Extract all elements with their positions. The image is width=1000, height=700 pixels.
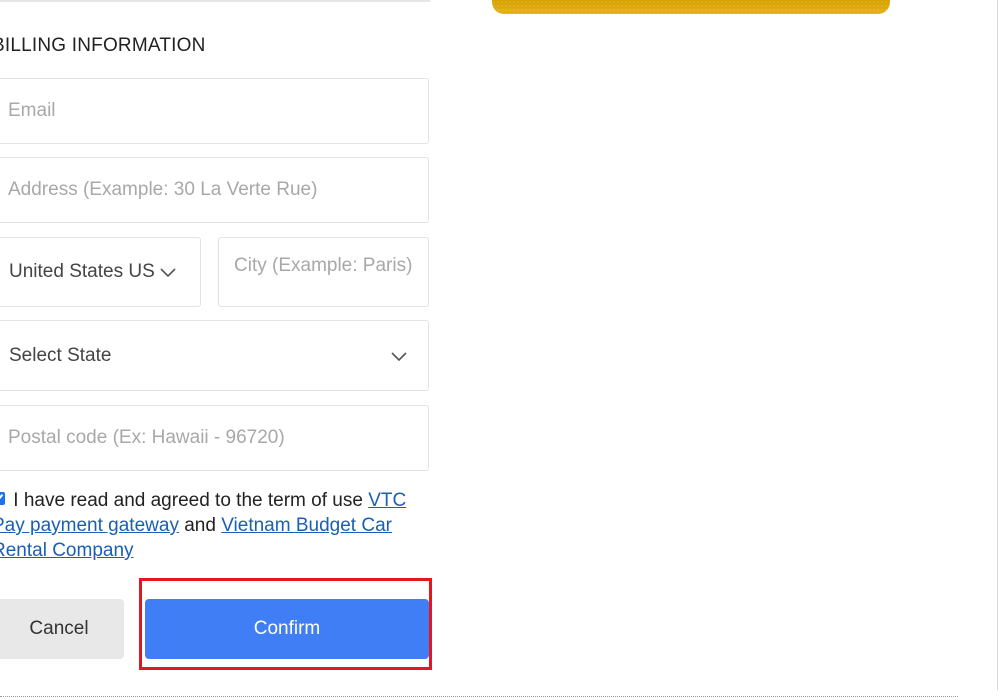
state-select[interactable]: Select State xyxy=(0,320,429,391)
chevron-down-icon xyxy=(391,351,407,361)
payment-card-image xyxy=(492,0,890,14)
top-divider xyxy=(0,0,430,2)
terms-joiner: and xyxy=(184,515,216,536)
country-select-value: United States US xyxy=(9,261,155,282)
postal-code-field[interactable] xyxy=(0,405,429,471)
terms-checkbox[interactable] xyxy=(0,492,5,505)
terms-text: I have read and agreed to the term of us… xyxy=(13,490,363,511)
billing-section-title: BILLING INFORMATION xyxy=(0,35,206,56)
cancel-button[interactable]: Cancel xyxy=(0,599,124,659)
country-select[interactable]: United States US xyxy=(0,237,201,307)
terms-agreement: I have read and agreed to the term of us… xyxy=(0,488,422,563)
confirm-button[interactable]: Confirm xyxy=(145,599,429,659)
address-field[interactable] xyxy=(0,157,429,223)
email-field[interactable] xyxy=(0,78,429,144)
chevron-down-icon xyxy=(160,268,176,278)
bottom-divider xyxy=(0,696,958,697)
city-field[interactable] xyxy=(218,237,429,307)
billing-page: BILLING INFORMATION United States US Sel… xyxy=(0,0,1000,700)
state-select-value: Select State xyxy=(9,344,112,366)
panel-border xyxy=(997,0,998,690)
